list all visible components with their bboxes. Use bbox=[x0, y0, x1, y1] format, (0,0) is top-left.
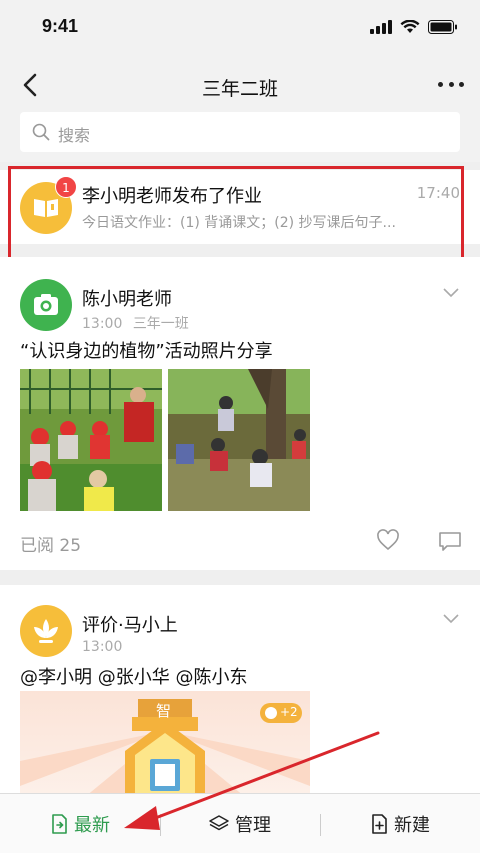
wifi-icon bbox=[400, 20, 420, 33]
photo-post-card[interactable]: 陈小明老师 13:00 三年一班 “认识身边的植物”活动照片分享 已阅 25 bbox=[0, 257, 480, 570]
homework-title: 李小明老师发布了作业 bbox=[82, 186, 262, 207]
tab-manage-label: 管理 bbox=[235, 815, 271, 836]
status-icons bbox=[370, 20, 458, 34]
new-doc-icon bbox=[372, 814, 387, 834]
layers-icon bbox=[209, 815, 229, 831]
search-icon bbox=[32, 123, 50, 141]
search-placeholder: 搜索 bbox=[58, 126, 91, 145]
homework-time: 17:40 bbox=[416, 184, 460, 202]
search-input[interactable]: 搜索 bbox=[20, 112, 460, 152]
flower-icon bbox=[34, 619, 58, 643]
camera-icon bbox=[34, 294, 58, 315]
heart-icon[interactable] bbox=[376, 529, 400, 551]
badge-count: +2 bbox=[280, 705, 298, 719]
status-time: 9:41 bbox=[42, 16, 79, 36]
badge-character: 智 bbox=[156, 702, 172, 720]
comment-icon[interactable] bbox=[438, 530, 462, 552]
post-time: 13:00 bbox=[82, 316, 123, 332]
post-photo[interactable] bbox=[20, 369, 162, 511]
page-title: 三年二班 bbox=[201, 78, 278, 100]
tab-manage[interactable]: 管理 bbox=[160, 794, 320, 853]
post-photo[interactable] bbox=[168, 369, 310, 511]
unread-badge: 1 bbox=[55, 176, 77, 198]
homework-preview: 今日语文作业：(1) 背诵课文；(2) 抄写课后句子... bbox=[82, 215, 396, 231]
read-count: 已阅 25 bbox=[20, 536, 82, 556]
post-mentions: @李小明 @张小华 @陈小东 bbox=[20, 667, 248, 688]
signal-icon bbox=[370, 20, 392, 34]
post-class: 三年一班 bbox=[132, 316, 189, 332]
post-text: “认识身边的植物”活动照片分享 bbox=[20, 341, 273, 362]
evaluation-post-card[interactable]: 评价·马小上 13:00 @李小明 @张小华 @陈小东 智 +2 bbox=[0, 585, 480, 795]
evaluation-badge-image[interactable]: 智 +2 bbox=[20, 691, 310, 795]
evaluation-avatar bbox=[20, 605, 72, 657]
status-bar: 9:41 bbox=[0, 0, 480, 60]
chevron-down-icon[interactable] bbox=[442, 287, 460, 299]
post-time: 13:00 bbox=[82, 639, 123, 655]
latest-doc-icon bbox=[52, 814, 67, 834]
search-area: 搜索 bbox=[0, 104, 480, 162]
poster-name: 评价·马小上 bbox=[82, 615, 178, 636]
poster-name: 陈小明老师 bbox=[82, 289, 172, 310]
teacher-avatar bbox=[20, 279, 72, 331]
tab-new-label: 新建 bbox=[394, 815, 430, 836]
bottom-tab-bar: 最新 管理 新建 bbox=[0, 793, 480, 853]
post-meta: 13:00 三年一班 bbox=[82, 313, 189, 333]
chevron-down-icon[interactable] bbox=[442, 613, 460, 625]
tab-latest-label: 最新 bbox=[74, 815, 110, 836]
more-options-icon[interactable] bbox=[438, 82, 464, 90]
homework-notification-item[interactable]: 1 李小明老师发布了作业 17:40 今日语文作业：(1) 背诵课文；(2) 抄… bbox=[0, 170, 480, 244]
tab-latest[interactable]: 最新 bbox=[0, 794, 160, 853]
tab-new[interactable]: 新建 bbox=[320, 794, 480, 853]
battery-icon bbox=[428, 20, 457, 34]
